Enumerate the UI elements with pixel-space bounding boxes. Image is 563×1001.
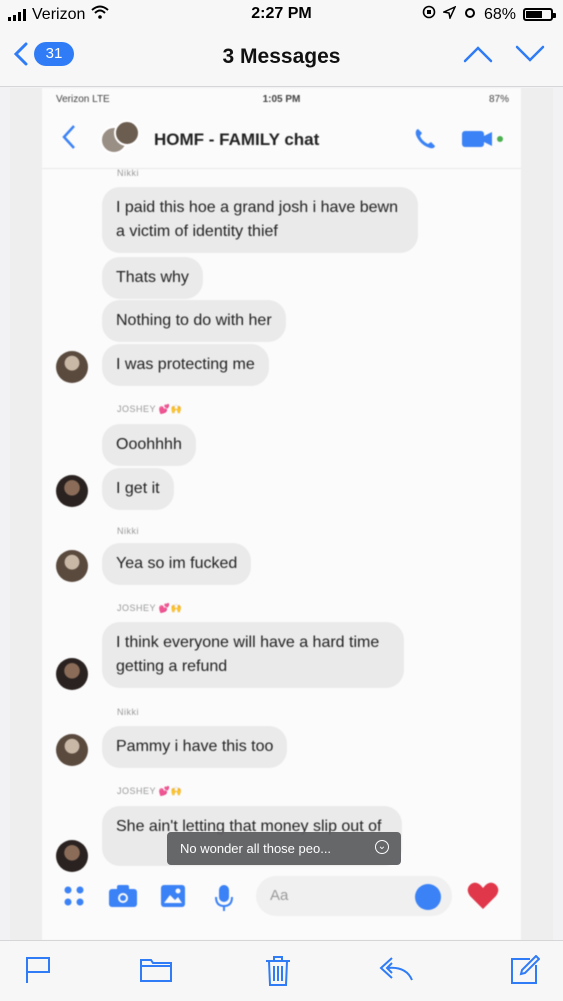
mail-nav-bar: 31 3 Messages bbox=[0, 30, 563, 87]
message-bubble: Pammy i have this too bbox=[102, 726, 288, 768]
avatar bbox=[56, 475, 88, 507]
avatar bbox=[56, 734, 88, 766]
chevron-down-icon: ⌄ bbox=[375, 840, 389, 854]
chat-composer: Aa bbox=[42, 868, 521, 928]
chat-back-icon bbox=[62, 124, 76, 155]
trash-icon bbox=[266, 956, 290, 986]
reply-button[interactable] bbox=[378, 955, 414, 988]
chat-header: HOMF - FAMILY chat bbox=[42, 110, 521, 169]
avatar bbox=[56, 351, 88, 383]
message-bubble: I get it bbox=[102, 468, 174, 510]
trash-button[interactable] bbox=[264, 955, 292, 992]
inner-status-bar: Verizon LTE 1:05 PM 87% bbox=[42, 88, 521, 110]
chevron-down-icon bbox=[515, 45, 545, 62]
tooltip-text: No wonder all those peo... bbox=[180, 841, 332, 856]
hearts-emoji-icon: 💕🙌 bbox=[158, 404, 183, 414]
avatar bbox=[56, 658, 88, 690]
compose-button[interactable] bbox=[508, 954, 541, 992]
apps-grid-icon bbox=[62, 884, 86, 913]
previous-message-button[interactable] bbox=[463, 44, 493, 69]
location-icon bbox=[441, 4, 457, 24]
screenshot-attachment[interactable]: Verizon LTE 1:05 PM 87% HOMF - FAMILY ch… bbox=[10, 88, 553, 940]
message-bubble: I paid this hoe a grand josh i have bewn… bbox=[102, 187, 418, 253]
flag-icon bbox=[26, 957, 50, 983]
heart-icon bbox=[467, 881, 499, 916]
sender-label: JOSHEY 💕🙌 bbox=[117, 786, 183, 796]
message-nav-arrows bbox=[463, 44, 545, 69]
message-bubble: Nothing to do with her bbox=[102, 300, 286, 342]
mail-toolbar bbox=[0, 940, 563, 1001]
chat-title: HOMF - FAMILY chat bbox=[154, 130, 320, 149]
photo-icon bbox=[160, 884, 186, 913]
battery-icon bbox=[523, 8, 556, 21]
sender-label: Nikki bbox=[117, 526, 139, 536]
sender-label: Nikki bbox=[117, 707, 139, 717]
avatar bbox=[56, 550, 88, 582]
camera-icon bbox=[108, 884, 138, 913]
status-right: 68% bbox=[422, 4, 556, 24]
inner-clock: 1:05 PM bbox=[262, 94, 301, 105]
flag-button[interactable] bbox=[24, 955, 52, 990]
hearts-emoji-icon: 💕🙌 bbox=[158, 786, 183, 796]
message-bubble: Ooohhhh bbox=[102, 424, 196, 466]
message-bubble: Yea so im fucked bbox=[102, 543, 252, 585]
hearts-emoji-icon: 💕🙌 bbox=[158, 603, 183, 613]
rotation-lock-icon bbox=[422, 5, 436, 24]
inner-battery: 87% bbox=[488, 94, 509, 105]
next-message-button[interactable] bbox=[515, 44, 545, 69]
chevron-up-icon bbox=[463, 46, 493, 63]
sender-label: Nikki bbox=[117, 168, 139, 178]
video-icon bbox=[462, 128, 510, 155]
phone-icon bbox=[412, 126, 438, 157]
message-bubble: I think everyone will have a hard time g… bbox=[102, 622, 404, 688]
move-folder-button[interactable] bbox=[140, 955, 172, 988]
battery-percent: 68% bbox=[483, 5, 516, 23]
alarm-icon bbox=[463, 5, 477, 24]
emoji-icon bbox=[415, 884, 441, 910]
microphone-icon bbox=[214, 884, 234, 917]
message-bubble: I was protecting me bbox=[102, 344, 269, 386]
sender-label: JOSHEY 💕🙌 bbox=[117, 603, 183, 613]
notification-tooltip: No wonder all those peo... ⌄ bbox=[167, 832, 401, 865]
folder-icon bbox=[140, 959, 172, 982]
messenger-screenshot: Verizon LTE 1:05 PM 87% HOMF - FAMILY ch… bbox=[42, 88, 521, 940]
reply-icon bbox=[379, 957, 413, 981]
message-bubble: Thats why bbox=[102, 257, 203, 299]
group-avatar bbox=[100, 120, 140, 160]
compose-icon bbox=[511, 954, 541, 984]
sender-label: JOSHEY 💕🙌 bbox=[117, 404, 183, 414]
status-bar: Verizon 2:27 PM 68% bbox=[0, 0, 563, 30]
